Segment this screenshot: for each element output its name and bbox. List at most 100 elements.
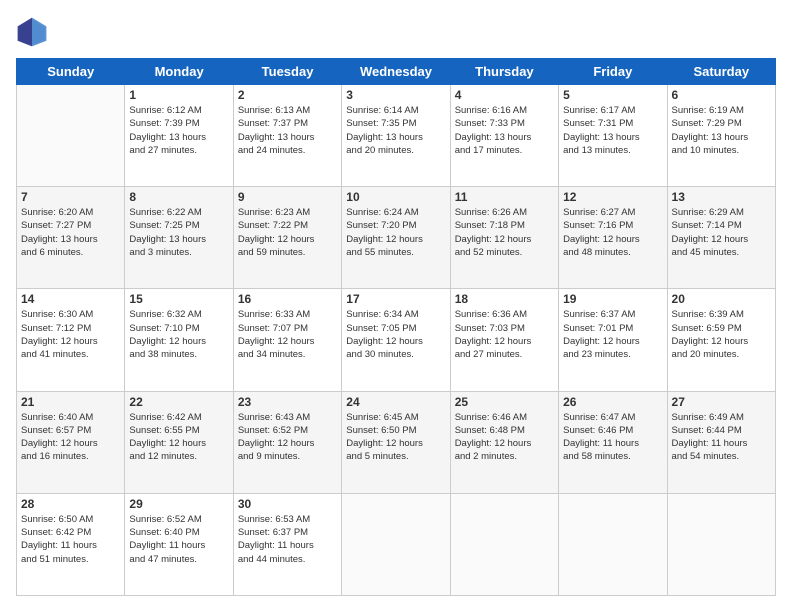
calendar-cell: 17Sunrise: 6:34 AM Sunset: 7:05 PM Dayli… — [342, 289, 450, 391]
calendar-cell: 19 Sunrise: 6:37 AM Sunset: 7:01 PM Dayli… — [559, 289, 667, 391]
day-info: Sunrise: 6:17 AM Sunset: 7:31 PM Dayligh… — [563, 104, 662, 157]
day-info: Sunrise: 6:37 AM Sunset: 7:01 PM Dayligh… — [563, 308, 662, 361]
calendar-cell: 1 Sunrise: 6:12 AM Sunset: 7:39 PM Daylig… — [125, 85, 233, 187]
calendar-cell: 12 Sunrise: 6:27 AM Sunset: 7:16 PM Dayli… — [559, 187, 667, 289]
calendar-cell: 8Sunrise: 6:22 AM Sunset: 7:25 PM Daylig… — [125, 187, 233, 289]
day-number: 22 — [129, 395, 228, 409]
calendar-cell: 7 Sunrise: 6:20 AM Sunset: 7:27 PM Daylig… — [17, 187, 125, 289]
calendar-week-row: 21Sunrise: 6:40 AM Sunset: 6:57 PM Dayli… — [17, 391, 776, 493]
day-info: Sunrise: 6:14 AM Sunset: 7:35 PM Dayligh… — [346, 104, 445, 157]
day-info: Sunrise: 6:19 AM Sunset: 7:29 PM Dayligh… — [672, 104, 771, 157]
day-number: 17 — [346, 292, 445, 306]
day-number: 24 — [346, 395, 445, 409]
calendar-cell: 3 Sunrise: 6:14 AM Sunset: 7:35 PM Daylig… — [342, 85, 450, 187]
day-info: Sunrise: 6:29 AM Sunset: 7:14 PM Dayligh… — [672, 206, 771, 259]
day-info: Sunrise: 6:23 AM Sunset: 7:22 PM Dayligh… — [238, 206, 337, 259]
day-info: Sunrise: 6:30 AM Sunset: 7:12 PM Dayligh… — [21, 308, 120, 361]
day-number: 26 — [563, 395, 662, 409]
day-number: 12 — [563, 190, 662, 204]
calendar-cell: 18Sunrise: 6:36 AM Sunset: 7:03 PM Dayli… — [450, 289, 558, 391]
day-info: Sunrise: 6:39 AM Sunset: 6:59 PM Dayligh… — [672, 308, 771, 361]
day-info: Sunrise: 6:47 AM Sunset: 6:46 PM Dayligh… — [563, 411, 662, 464]
day-number: 1 — [129, 88, 228, 102]
day-number: 7 — [21, 190, 120, 204]
day-info: Sunrise: 6:53 AM Sunset: 6:37 PM Dayligh… — [238, 513, 337, 566]
day-number: 5 — [563, 88, 662, 102]
day-info: Sunrise: 6:26 AM Sunset: 7:18 PM Dayligh… — [455, 206, 554, 259]
calendar-cell: 16 Sunrise: 6:33 AM Sunset: 7:07 PM Dayli… — [233, 289, 341, 391]
calendar-cell: 29 Sunrise: 6:52 AM Sunset: 6:40 PM Dayli… — [125, 493, 233, 595]
weekday-header: Tuesday — [233, 59, 341, 85]
day-number: 13 — [672, 190, 771, 204]
calendar-cell — [559, 493, 667, 595]
day-info: Sunrise: 6:27 AM Sunset: 7:16 PM Dayligh… — [563, 206, 662, 259]
calendar-week-row: 28 Sunrise: 6:50 AM Sunset: 6:42 PM Dayli… — [17, 493, 776, 595]
calendar-cell — [342, 493, 450, 595]
calendar-cell — [450, 493, 558, 595]
calendar-week-row: 1 Sunrise: 6:12 AM Sunset: 7:39 PM Daylig… — [17, 85, 776, 187]
day-info: Sunrise: 6:36 AM Sunset: 7:03 PM Dayligh… — [455, 308, 554, 361]
calendar-cell: 5 Sunrise: 6:17 AM Sunset: 7:31 PM Daylig… — [559, 85, 667, 187]
calendar-cell: 11 Sunrise: 6:26 AM Sunset: 7:18 PM Dayli… — [450, 187, 558, 289]
day-number: 27 — [672, 395, 771, 409]
calendar-cell: 25Sunrise: 6:46 AM Sunset: 6:48 PM Dayli… — [450, 391, 558, 493]
day-info: Sunrise: 6:16 AM Sunset: 7:33 PM Dayligh… — [455, 104, 554, 157]
calendar-cell: 10 Sunrise: 6:24 AM Sunset: 7:20 PM Dayli… — [342, 187, 450, 289]
day-info: Sunrise: 6:43 AM Sunset: 6:52 PM Dayligh… — [238, 411, 337, 464]
day-info: Sunrise: 6:24 AM Sunset: 7:20 PM Dayligh… — [346, 206, 445, 259]
calendar-cell: 13 Sunrise: 6:29 AM Sunset: 7:14 PM Dayli… — [667, 187, 775, 289]
weekday-header: Monday — [125, 59, 233, 85]
weekday-header: Saturday — [667, 59, 775, 85]
day-number: 28 — [21, 497, 120, 511]
page: SundayMondayTuesdayWednesdayThursdayFrid… — [0, 0, 792, 612]
day-info: Sunrise: 6:45 AM Sunset: 6:50 PM Dayligh… — [346, 411, 445, 464]
calendar-cell: 23 Sunrise: 6:43 AM Sunset: 6:52 PM Dayli… — [233, 391, 341, 493]
day-info: Sunrise: 6:20 AM Sunset: 7:27 PM Dayligh… — [21, 206, 120, 259]
calendar-cell: 9Sunrise: 6:23 AM Sunset: 7:22 PM Daylig… — [233, 187, 341, 289]
day-number: 11 — [455, 190, 554, 204]
calendar-cell: 24 Sunrise: 6:45 AM Sunset: 6:50 PM Dayli… — [342, 391, 450, 493]
day-info: Sunrise: 6:12 AM Sunset: 7:39 PM Dayligh… — [129, 104, 228, 157]
weekday-header: Wednesday — [342, 59, 450, 85]
day-number: 8 — [129, 190, 228, 204]
calendar-cell — [667, 493, 775, 595]
calendar-week-row: 7 Sunrise: 6:20 AM Sunset: 7:27 PM Daylig… — [17, 187, 776, 289]
day-number: 30 — [238, 497, 337, 511]
calendar-cell: 4Sunrise: 6:16 AM Sunset: 7:33 PM Daylig… — [450, 85, 558, 187]
calendar-cell: 20 Sunrise: 6:39 AM Sunset: 6:59 PM Dayli… — [667, 289, 775, 391]
calendar-cell: 6 Sunrise: 6:19 AM Sunset: 7:29 PM Daylig… — [667, 85, 775, 187]
day-info: Sunrise: 6:50 AM Sunset: 6:42 PM Dayligh… — [21, 513, 120, 566]
day-info: Sunrise: 6:52 AM Sunset: 6:40 PM Dayligh… — [129, 513, 228, 566]
day-number: 10 — [346, 190, 445, 204]
day-info: Sunrise: 6:33 AM Sunset: 7:07 PM Dayligh… — [238, 308, 337, 361]
logo-icon — [16, 16, 48, 48]
day-info: Sunrise: 6:49 AM Sunset: 6:44 PM Dayligh… — [672, 411, 771, 464]
calendar-cell: 28 Sunrise: 6:50 AM Sunset: 6:42 PM Dayli… — [17, 493, 125, 595]
day-number: 23 — [238, 395, 337, 409]
weekday-header: Friday — [559, 59, 667, 85]
day-number: 6 — [672, 88, 771, 102]
day-number: 3 — [346, 88, 445, 102]
day-number: 2 — [238, 88, 337, 102]
calendar: SundayMondayTuesdayWednesdayThursdayFrid… — [16, 58, 776, 596]
day-number: 16 — [238, 292, 337, 306]
day-number: 29 — [129, 497, 228, 511]
calendar-week-row: 14 Sunrise: 6:30 AM Sunset: 7:12 PM Dayli… — [17, 289, 776, 391]
day-number: 19 — [563, 292, 662, 306]
header — [16, 16, 776, 48]
day-number: 15 — [129, 292, 228, 306]
calendar-cell: 22 Sunrise: 6:42 AM Sunset: 6:55 PM Dayli… — [125, 391, 233, 493]
calendar-cell — [17, 85, 125, 187]
calendar-cell: 30 Sunrise: 6:53 AM Sunset: 6:37 PM Dayli… — [233, 493, 341, 595]
day-info: Sunrise: 6:40 AM Sunset: 6:57 PM Dayligh… — [21, 411, 120, 464]
calendar-cell: 2 Sunrise: 6:13 AM Sunset: 7:37 PM Daylig… — [233, 85, 341, 187]
day-info: Sunrise: 6:13 AM Sunset: 7:37 PM Dayligh… — [238, 104, 337, 157]
day-info: Sunrise: 6:42 AM Sunset: 6:55 PM Dayligh… — [129, 411, 228, 464]
calendar-cell: 15 Sunrise: 6:32 AM Sunset: 7:10 PM Dayli… — [125, 289, 233, 391]
day-info: Sunrise: 6:32 AM Sunset: 7:10 PM Dayligh… — [129, 308, 228, 361]
calendar-cell: 14 Sunrise: 6:30 AM Sunset: 7:12 PM Dayli… — [17, 289, 125, 391]
calendar-cell: 27 Sunrise: 6:49 AM Sunset: 6:44 PM Dayli… — [667, 391, 775, 493]
day-number: 14 — [21, 292, 120, 306]
day-number: 20 — [672, 292, 771, 306]
weekday-header-row: SundayMondayTuesdayWednesdayThursdayFrid… — [17, 59, 776, 85]
